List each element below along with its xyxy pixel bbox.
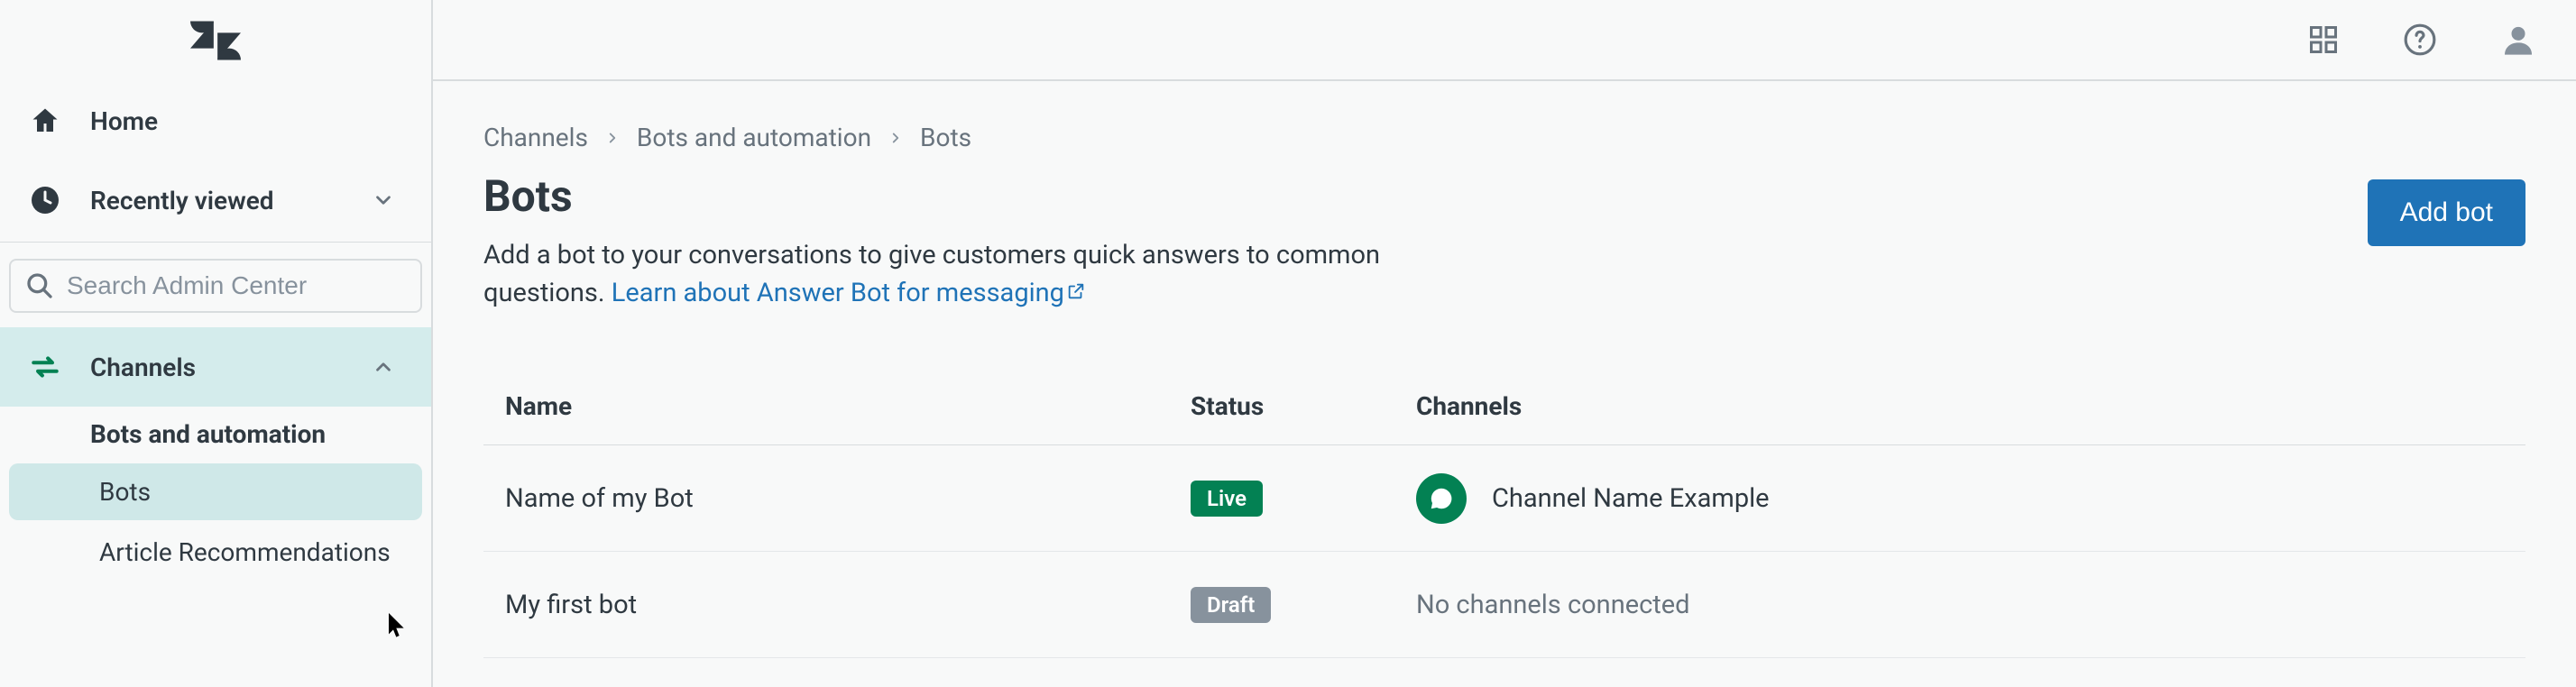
chevron-right-icon	[604, 130, 621, 146]
chevron-right-icon	[888, 130, 904, 146]
sidebar-item-recently-viewed[interactable]: Recently viewed	[0, 160, 431, 240]
status-badge: Draft	[1191, 587, 1271, 623]
sidebar-home-label: Home	[90, 106, 158, 136]
sidebar-recent-label: Recently viewed	[90, 186, 274, 215]
messaging-channel-icon	[1416, 473, 1467, 524]
bot-channels-cell: Channel Name Example	[1416, 473, 2504, 524]
main-area: Channels Bots and automation Bots Bots A…	[433, 0, 2576, 687]
bot-status-cell: Live	[1191, 481, 1416, 517]
page-content: Channels Bots and automation Bots Bots A…	[433, 81, 2576, 658]
page-description: Add a bot to your conversations to give …	[483, 236, 1431, 312]
sidebar-divider	[0, 242, 431, 243]
sidebar-subitem-bots[interactable]: Bots	[9, 463, 422, 520]
home-icon	[27, 103, 63, 139]
sidebar-search-wrap	[0, 244, 431, 327]
breadcrumb-link[interactable]: Channels	[483, 123, 588, 152]
sidebar-item-home[interactable]: Home	[0, 81, 431, 160]
topbar	[433, 0, 2576, 81]
bots-table: Name Status Channels Name of my Bot Live…	[483, 368, 2525, 658]
sidebar-channels-label: Channels	[90, 353, 196, 382]
breadcrumb-link[interactable]: Bots and automation	[637, 123, 871, 152]
sidebar-subitem-article-recommendations[interactable]: Article Recommendations	[9, 524, 422, 581]
bot-name-cell: My first bot	[505, 590, 1191, 620]
learn-more-link[interactable]: Learn about Answer Bot for messaging	[612, 278, 1086, 308]
bot-channels-cell: No channels connected	[1416, 590, 2504, 620]
clock-icon	[27, 182, 63, 218]
breadcrumb: Channels Bots and automation Bots	[483, 123, 2525, 152]
brand-logo-row	[0, 0, 431, 81]
status-badge: Live	[1191, 481, 1263, 517]
col-header-channels: Channels	[1416, 391, 2504, 421]
help-icon[interactable]	[2403, 23, 2437, 57]
table-row[interactable]: Name of my Bot Live Channel Name Example	[483, 445, 2525, 552]
external-link-icon	[1066, 277, 1086, 308]
add-bot-button[interactable]: Add bot	[2368, 179, 2525, 246]
apps-grid-icon[interactable]	[2307, 23, 2340, 56]
col-header-status: Status	[1191, 391, 1416, 421]
chevron-up-icon	[372, 355, 395, 379]
bot-name-cell: Name of my Bot	[505, 483, 1191, 514]
profile-icon[interactable]	[2500, 22, 2536, 58]
sidebar-item-channels[interactable]: Channels	[0, 327, 431, 407]
table-row[interactable]: My first bot Draft No channels connected	[483, 552, 2525, 658]
search-input[interactable]	[67, 271, 406, 300]
zendesk-logo-icon	[190, 21, 241, 60]
breadcrumb-current: Bots	[920, 123, 971, 152]
sidebar: Home Recently viewed Channel	[0, 0, 433, 687]
sidebar-group-bots-automation[interactable]: Bots and automation	[0, 407, 431, 462]
table-header-row: Name Status Channels	[483, 368, 2525, 445]
bot-status-cell: Draft	[1191, 587, 1416, 623]
chevron-down-icon	[372, 188, 395, 212]
no-channels-text: No channels connected	[1416, 590, 1690, 620]
channel-name: Channel Name Example	[1492, 483, 1770, 514]
swap-horizontal-icon	[27, 349, 63, 385]
page-title: Bots	[483, 170, 2332, 222]
sidebar-search[interactable]	[9, 259, 422, 313]
col-header-name: Name	[505, 391, 1191, 421]
search-icon	[25, 271, 54, 300]
